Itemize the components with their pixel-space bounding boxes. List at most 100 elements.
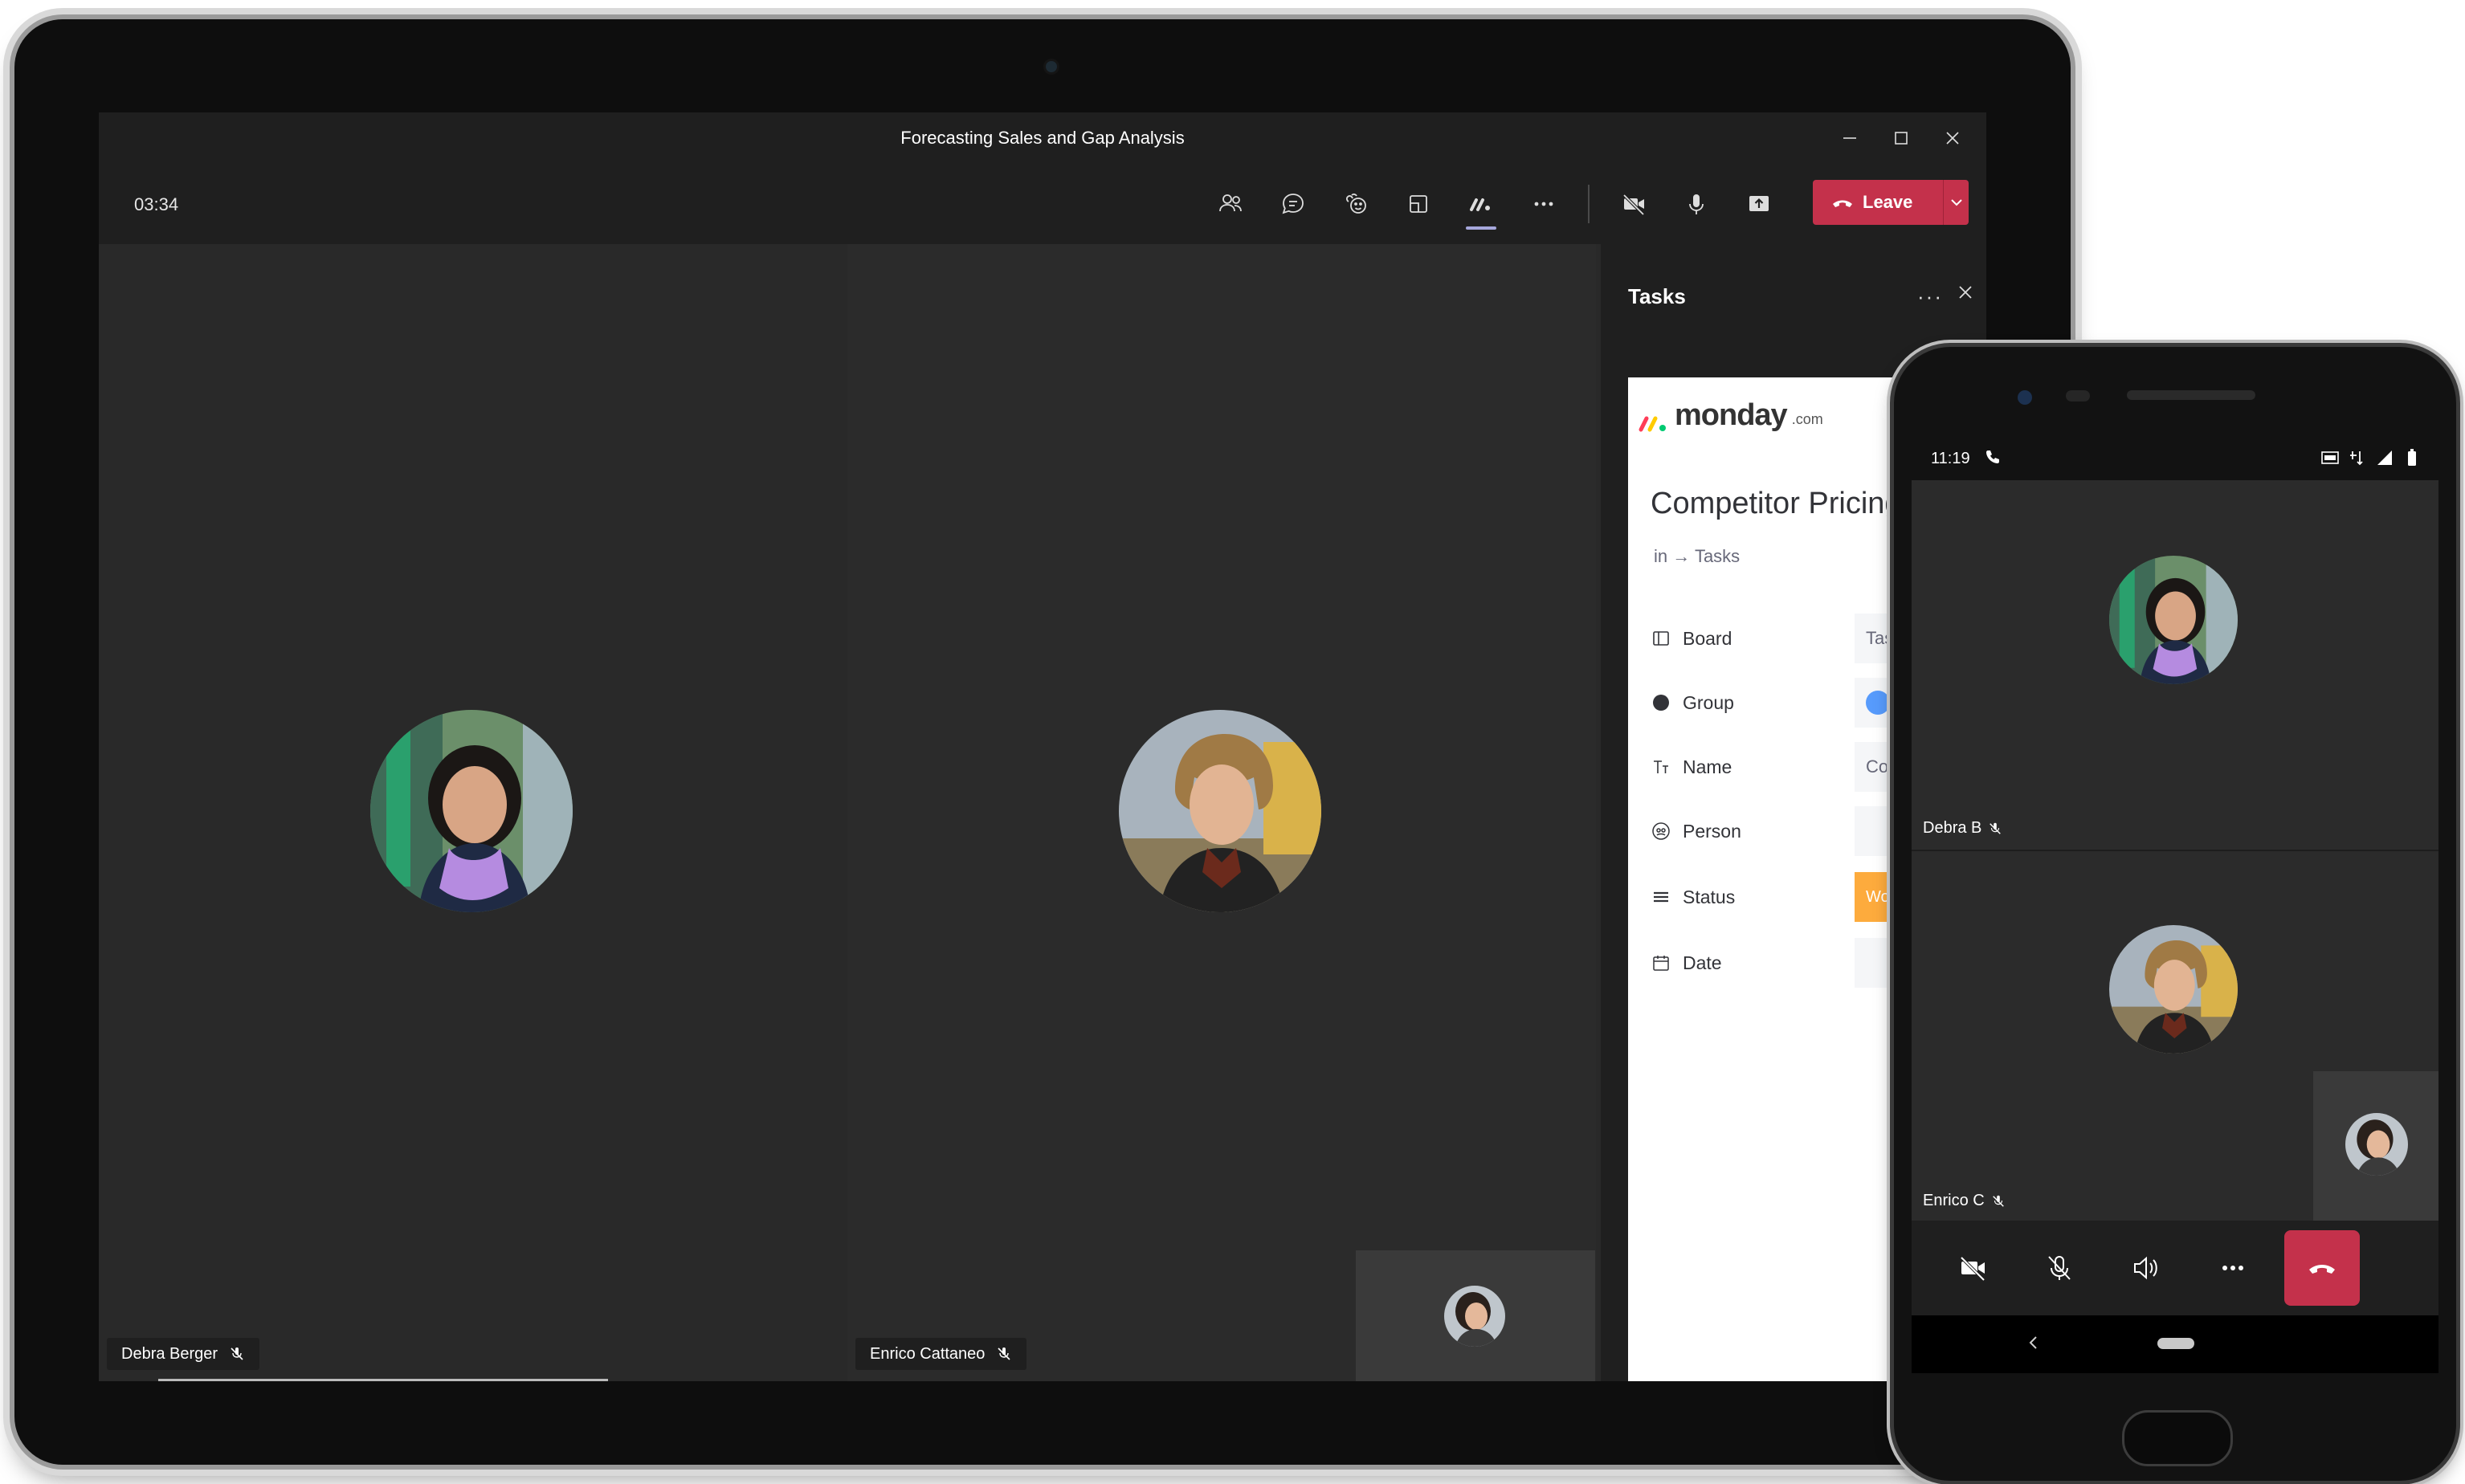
phone-clock: 11:19 [1931,450,1970,467]
share-screen-button[interactable] [1728,183,1790,225]
phone-nametag: Debra B [1923,819,2002,838]
more-icon [2222,1266,2243,1270]
nav-home-pill[interactable] [2157,1338,2194,1349]
tasks-more-button[interactable]: ··· [1917,284,1943,309]
chat-icon [1282,194,1304,214]
nav-back-button[interactable] [2024,1333,2043,1356]
toolbar-separator [1588,185,1590,223]
field-label: Person [1683,820,1741,842]
phone-call-controls [1912,1221,2438,1315]
speaker-icon [2134,1256,2157,1280]
status-icon [1649,887,1673,907]
participant-nametag: Debra Berger [107,1338,260,1370]
phone-speaker [2127,390,2255,400]
title-bar: Forecasting Sales and Gap Analysis [99,112,1986,165]
phone-status-bar: 11:19 [1912,437,2438,480]
self-avatar [1444,1286,1505,1347]
camera-off-icon [1960,1256,1985,1282]
rooms-icon [1410,195,1427,213]
window-title: Forecasting Sales and Gap Analysis [900,128,1185,148]
group-color-dot [1866,691,1890,715]
breakout-rooms-button[interactable] [1387,183,1450,225]
tablet-camera [1046,61,1057,72]
battery-icon [2408,449,2416,466]
field-label: Name [1683,756,1732,777]
avatar-debra-berger [370,710,573,912]
item-title: Competitor Pricing [1651,487,1902,520]
phone-self-view[interactable] [2313,1071,2438,1221]
meeting-timer: 03:34 [134,194,179,214]
participant-tile-debra[interactable]: Debra Berger [99,244,846,1381]
monday-app-icon [1470,198,1490,211]
monday-logo: monday .com [1638,398,1823,433]
board-icon [1649,629,1673,648]
phone-camera-button[interactable] [1929,1230,2016,1306]
monday-logo-icon [1639,416,1666,432]
field-label: Board [1683,627,1732,649]
mic-toggle-button[interactable] [1665,183,1728,225]
participant-tile-enrico[interactable]: Enrico Cattaneo [847,244,1596,1381]
mic-off-icon [2048,1256,2071,1280]
phone-call-screen: 11:19 Debra B Enrico C [1912,437,2438,1373]
item-breadcrumb[interactable]: in → Tasks [1654,546,1740,567]
phone-participant-tile-debra[interactable]: Debra B [1912,480,2438,851]
reactions-button[interactable] [1324,183,1387,225]
leave-options-dropdown[interactable] [1944,194,1969,211]
hang-up-icon [1833,200,1852,207]
monday-logo-suffix: .com [1791,411,1823,427]
phone-physical-home-button[interactable] [2122,1410,2233,1466]
tile-divider-line [158,1379,608,1381]
person-icon [1649,822,1673,841]
more-actions-button[interactable] [1512,183,1575,225]
phone-nametag: Enrico C [1923,1192,2006,1210]
phone-hang-up-button[interactable] [2284,1230,2360,1306]
leave-button[interactable]: Leave [1813,180,1969,225]
maximize-button[interactable] [1875,112,1927,164]
phone-avatar-enrico [2109,925,2238,1054]
field-label: Group [1683,691,1734,713]
monday-app-button[interactable] [1450,183,1512,230]
reactions-icon [1346,194,1366,214]
share-screen-icon [1749,196,1769,211]
calendar-icon [1649,953,1673,972]
tasks-panel-title: Tasks [1628,284,1686,308]
participant-nametag: Enrico Cattaneo [855,1338,1027,1370]
mic-muted-icon [998,1347,1010,1360]
window-controls [1824,112,1978,164]
text-type-icon [1649,757,1673,777]
tasks-close-button[interactable] [1954,281,1977,308]
camera-toggle-button[interactable] [1602,183,1665,225]
hang-up-icon [2309,1265,2335,1274]
chevron-down-icon [1950,199,1962,206]
video-stage: Debra Berger Enrico Cattaneo [99,244,1601,1381]
field-label: Date [1683,952,1722,973]
phone-avatar-debra [2109,556,2238,684]
teams-meeting-window: Forecasting Sales and Gap Analysis 03:34 [99,112,1986,1381]
minimize-button[interactable] [1824,112,1875,164]
more-icon [1534,202,1553,206]
mic-icon [1689,194,1704,214]
participant-name: Debra Berger [121,1344,218,1363]
phone-self-avatar [2345,1113,2408,1176]
leave-label: Leave [1863,192,1913,212]
monday-logo-word: monday [1675,398,1788,432]
phone-call-indicator-icon [1984,448,2002,470]
self-view-tile[interactable] [1356,1250,1595,1381]
mic-muted-icon [231,1347,243,1360]
phone-mic-button[interactable] [2016,1230,2103,1306]
mic-muted-icon [1992,1195,2004,1207]
participants-button[interactable] [1199,183,1262,225]
leave-main[interactable]: Leave [1813,190,1943,214]
phone-device: 11:19 Debra B Enrico C [1894,347,2456,1481]
phone-more-button[interactable] [2190,1230,2276,1306]
close-window-button[interactable] [1927,112,1978,164]
mic-muted-icon [1990,822,2002,834]
phone-camera [2018,390,2032,405]
chat-button[interactable] [1262,183,1324,225]
close-icon [1946,132,1959,145]
phone-status-icons [2321,448,2421,467]
close-icon [1959,286,1972,299]
phone-speaker-button[interactable] [2103,1230,2190,1306]
toolbar-icon-group [1199,183,1790,230]
field-label: Status [1683,886,1736,907]
